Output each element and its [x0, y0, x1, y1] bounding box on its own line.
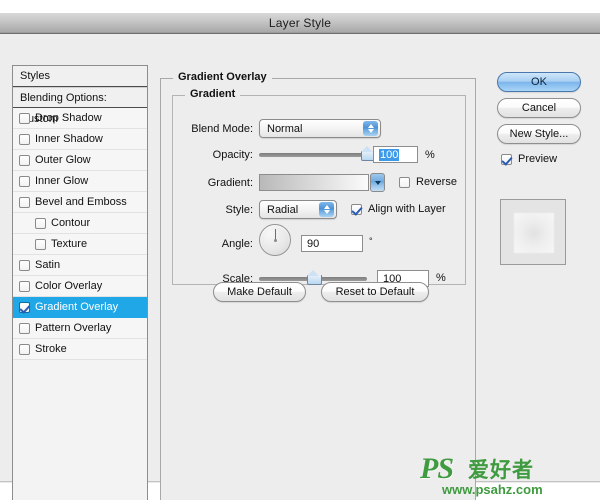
preview-checkbox[interactable]: Preview — [501, 153, 557, 165]
cancel-button[interactable]: Cancel — [497, 98, 581, 118]
opacity-slider-track — [259, 153, 367, 157]
style-row-checkbox[interactable] — [19, 280, 30, 292]
style-row-checkbox[interactable] — [19, 259, 30, 271]
screenshot-root: Layer Style Styles Blending Options: Cus… — [0, 0, 600, 500]
reset-to-default-button[interactable]: Reset to Default — [321, 282, 429, 302]
style-preview-swatch — [514, 213, 554, 253]
chevron-down-icon — [374, 180, 381, 185]
style-value: Radial — [267, 203, 299, 216]
dialog-titlebar[interactable]: Layer Style — [0, 13, 600, 34]
style-row-label: Inner Shadow — [35, 133, 103, 145]
gradient-label: Gradient: — [207, 177, 253, 189]
scale-slider-thumb[interactable] — [307, 270, 322, 285]
angle-label: Angle: — [221, 238, 253, 250]
angle-input[interactable]: 90 — [301, 235, 363, 252]
style-row-color-overlay[interactable]: Color Overlay — [13, 276, 147, 297]
make-default-button[interactable]: Make Default — [213, 282, 306, 302]
opacity-label: Opacity: — [212, 149, 253, 161]
angle-dial[interactable] — [259, 224, 291, 256]
align-with-layer-box[interactable] — [351, 203, 362, 215]
style-row-label: Bevel and Emboss — [35, 196, 127, 208]
style-row-satin[interactable]: Satin — [13, 255, 147, 276]
dialog-title: Layer Style — [268, 16, 332, 30]
ok-button[interactable]: OK — [497, 72, 581, 92]
style-select[interactable]: Radial — [259, 200, 337, 219]
styles-list-panel[interactable]: Styles Blending Options: Custom Drop Sha… — [12, 65, 148, 500]
style-row-label: Texture — [51, 238, 88, 250]
styles-list-header: Styles — [13, 66, 147, 87]
style-row-checkbox[interactable] — [19, 343, 30, 355]
style-row-checkbox[interactable] — [19, 154, 30, 166]
angle-value: 90 — [307, 237, 320, 250]
reverse-checkbox[interactable]: Reverse — [399, 176, 457, 188]
chevron-updown-icon — [363, 121, 378, 136]
dialog-body: Styles Blending Options: Custom Drop Sha… — [0, 34, 600, 500]
new-style-button[interactable]: New Style... — [497, 124, 581, 144]
style-row-outer-glow[interactable]: Outer Glow — [13, 150, 147, 171]
style-row-label: Color Overlay — [35, 280, 103, 292]
blend-mode-value: Normal — [267, 122, 303, 135]
blend-mode-select[interactable]: Normal — [259, 119, 381, 138]
layer-style-dialog: Layer Style Styles Blending Options: Cus… — [0, 13, 600, 500]
styles-rows-container: Drop Shadow Inner Shadow Outer Glow Inner G… — [13, 108, 147, 360]
gradient-overlay-group: Gradient Overlay Gradient Blend Mode: No… — [160, 71, 476, 500]
style-row-label: Outer Glow — [35, 154, 91, 166]
style-row-stroke[interactable]: Stroke — [13, 339, 147, 360]
style-row-label: Satin — [35, 259, 61, 271]
style-row-contour[interactable]: Contour — [13, 213, 147, 234]
align-with-layer-checkbox[interactable]: Align with Layer — [351, 203, 446, 215]
reverse-checkbox-box[interactable] — [399, 176, 410, 188]
style-row-gradient-overlay[interactable]: Gradient Overlay — [13, 297, 147, 318]
angle-dial-hub — [273, 238, 277, 242]
style-preview-thumbnail — [500, 199, 566, 265]
style-row-inner-shadow[interactable]: Inner Shadow — [13, 129, 147, 150]
opacity-unit: % — [425, 149, 435, 161]
style-row-checkbox[interactable] — [35, 238, 46, 250]
style-row-label: Inner Glow — [35, 175, 89, 187]
style-row-label: Drop Shadow — [35, 112, 102, 124]
gradient-overlay-group-title: Gradient Overlay — [173, 71, 272, 83]
style-row-checkbox[interactable] — [19, 133, 30, 145]
style-row-checkbox[interactable] — [19, 175, 30, 187]
blend-mode-label: Blend Mode: — [191, 123, 253, 135]
align-with-layer-label: Align with Layer — [368, 203, 446, 215]
opacity-input[interactable]: 100 — [373, 146, 418, 163]
style-row-checkbox[interactable] — [19, 196, 30, 208]
style-row-checkbox[interactable] — [19, 322, 30, 334]
blending-options-row[interactable]: Blending Options: Custom — [13, 87, 147, 125]
style-row-label: Contour — [51, 217, 91, 229]
gradient-swatch[interactable] — [259, 174, 369, 191]
style-row-pattern-overlay[interactable]: Pattern Overlay — [13, 318, 147, 339]
angle-unit: ° — [369, 236, 373, 246]
style-row-label: Gradient Overlay — [35, 301, 119, 313]
gradient-picker-button[interactable] — [370, 173, 385, 192]
reverse-label: Reverse — [416, 176, 457, 188]
style-label: Style: — [225, 204, 253, 216]
scale-unit: % — [436, 272, 446, 284]
style-row-checkbox[interactable] — [19, 301, 30, 313]
style-row-inner-glow[interactable]: Inner Glow — [13, 171, 147, 192]
style-row-checkbox[interactable] — [35, 217, 46, 229]
preview-label: Preview — [518, 153, 558, 165]
style-row-label: Stroke — [35, 343, 67, 355]
preview-checkbox-box[interactable] — [501, 153, 512, 165]
gradient-sub-group-title: Gradient — [185, 88, 241, 100]
style-row-label: Pattern Overlay — [35, 322, 112, 334]
opacity-slider[interactable] — [259, 146, 376, 161]
opacity-value: 100 — [379, 148, 400, 161]
gradient-sub-group: Gradient Blend Mode: Normal Opacity: 100… — [172, 88, 466, 287]
style-row-checkbox[interactable] — [19, 112, 30, 124]
style-row-texture[interactable]: Texture — [13, 234, 147, 255]
chevron-updown-icon — [319, 202, 334, 217]
style-row-bevel-and-emboss[interactable]: Bevel and Emboss — [13, 192, 147, 213]
